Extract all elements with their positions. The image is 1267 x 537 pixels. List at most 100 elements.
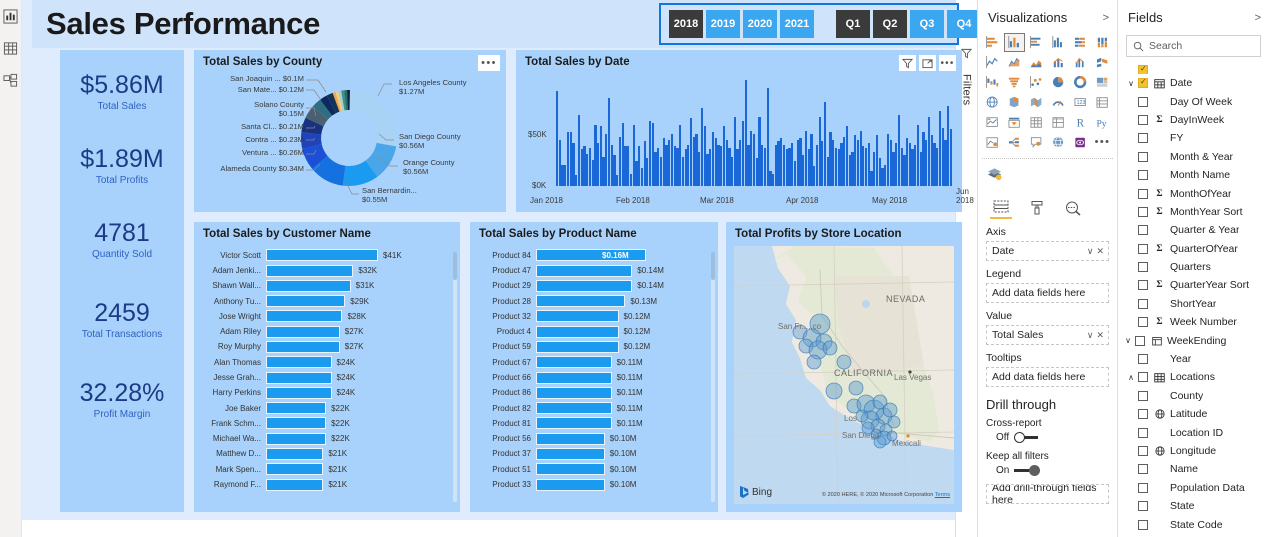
field-checkbox[interactable] [1138, 519, 1148, 530]
filter-icon[interactable] [960, 48, 973, 62]
field-checkbox[interactable] [1138, 464, 1148, 475]
bar-row[interactable]: Victor Scott $41K [200, 248, 448, 263]
field-checkbox[interactable] [1138, 409, 1148, 420]
field-year[interactable]: Year [1118, 350, 1267, 368]
import-custom-visual-icon[interactable] [984, 164, 1004, 183]
bar-row[interactable]: Joe Baker $22K [200, 401, 448, 416]
bar-row[interactable]: Product 4 $0.12M [476, 324, 706, 339]
shape-map-icon[interactable] [1026, 93, 1047, 112]
decomposition-tree-icon[interactable] [1004, 133, 1025, 152]
bar-row[interactable]: Product 82 $0.11M [476, 401, 706, 416]
field-day-of-week[interactable]: Day Of Week [1118, 92, 1267, 110]
bar-row[interactable]: Product 86 $0.11M [476, 386, 706, 401]
well-axis[interactable]: Date ∨ ✕ [986, 241, 1109, 261]
report-view-icon[interactable] [3, 8, 19, 24]
bar-row[interactable]: Product 51 $0.10M [476, 462, 706, 477]
line-chart-icon[interactable] [982, 53, 1003, 72]
bar-row[interactable]: Product 29 $0.14M [476, 279, 706, 294]
field-checkbox[interactable] [1138, 372, 1148, 383]
slicer-quarter-Q2[interactable]: Q2 [873, 10, 907, 38]
field-checkbox[interactable] [1138, 298, 1148, 309]
field-checkbox[interactable] [1138, 427, 1148, 438]
field-checkbox[interactable] [1138, 354, 1148, 365]
slicer-quarter-Q3[interactable]: Q3 [910, 10, 944, 38]
filter-icon[interactable] [899, 55, 916, 71]
field-checkbox[interactable] [1138, 243, 1148, 254]
bar-row[interactable]: Harry Perkins $24K [200, 386, 448, 401]
field-month-year[interactable]: Month & Year [1118, 148, 1267, 166]
field-checkbox[interactable] [1138, 225, 1148, 236]
bar-row[interactable]: Product 28 $0.13M [476, 294, 706, 309]
100-stacked-column-chart-icon[interactable] [1092, 33, 1113, 52]
r-script-visual-icon[interactable]: R [1070, 113, 1091, 132]
collapse-pane-icon[interactable]: > [1103, 12, 1109, 24]
field-checkbox[interactable] [1138, 390, 1148, 401]
paginated-report-icon[interactable] [1070, 133, 1091, 152]
field-checkbox[interactable] [1138, 170, 1148, 181]
line-stacked-column-chart-icon[interactable] [1048, 53, 1069, 72]
field-checkbox[interactable] [1138, 114, 1148, 125]
keep-filters-toggle[interactable] [1014, 465, 1041, 476]
filters-pane-label[interactable]: Filters [961, 74, 973, 105]
field-tree-clipped-row[interactable] [1118, 65, 1267, 74]
key-influencers-icon[interactable] [982, 133, 1003, 152]
field-checkbox[interactable] [1138, 151, 1148, 162]
field-quarter-year[interactable]: Quarter & Year [1118, 221, 1267, 239]
map-icon[interactable] [982, 93, 1003, 112]
bar[interactable] [949, 129, 952, 186]
field-checkbox[interactable] [1138, 206, 1148, 217]
bar-row[interactable]: Jose Wright $28K [200, 309, 448, 324]
field-monthyear-sort[interactable]: Σ MonthYear Sort [1118, 203, 1267, 221]
bar-row[interactable]: Alan Thomas $24K [200, 355, 448, 370]
bar-row[interactable]: Mark Spen... $21K [200, 462, 448, 477]
kpi-icon[interactable] [982, 113, 1003, 132]
data-view-icon[interactable] [3, 40, 19, 56]
cross-report-toggle-row[interactable]: Off [986, 432, 1109, 443]
search-input[interactable]: Search [1126, 35, 1261, 57]
bar-row[interactable]: Product 33 $0.10M [476, 477, 706, 492]
field-checkbox[interactable] [1138, 65, 1148, 74]
100-stacked-bar-chart-icon[interactable] [1070, 33, 1091, 52]
field-weekending[interactable]: ∨ WeekEnding [1118, 331, 1267, 349]
scrollbar[interactable] [711, 252, 715, 502]
field-checkbox[interactable] [1138, 262, 1148, 273]
slicer-quarter-Q1[interactable]: Q1 [836, 10, 870, 38]
chevron-icon[interactable]: ∨ [1124, 79, 1138, 88]
donut-chart-icon[interactable] [1070, 73, 1091, 92]
collapse-pane-icon[interactable]: > [1255, 12, 1261, 24]
field-checkbox[interactable] [1135, 335, 1145, 346]
field-checkbox[interactable] [1138, 133, 1148, 144]
well-tooltips[interactable]: Add data fields here [986, 367, 1109, 387]
field-population-data[interactable]: Population Data [1118, 479, 1267, 497]
slicer-year-2019[interactable]: 2019 [706, 10, 740, 38]
field-quarters[interactable]: Quarters [1118, 258, 1267, 276]
stacked-bar-chart-icon[interactable] [982, 33, 1003, 52]
pie-chart-icon[interactable] [1048, 73, 1069, 92]
field-longitude[interactable]: Longitude [1118, 442, 1267, 460]
sales-by-product-visual[interactable]: Total Sales by Product Name Product 84 $0… [470, 222, 718, 512]
slicer-quarter-Q4[interactable]: Q4 [947, 10, 981, 38]
bar-row[interactable]: Product 59 $0.12M [476, 340, 706, 355]
scrollbar-thumb[interactable] [453, 252, 457, 280]
field-fy[interactable]: FY [1118, 129, 1267, 147]
field-monthofyear[interactable]: Σ MonthOfYear [1118, 184, 1267, 202]
field-checkbox[interactable] [1138, 96, 1148, 107]
field-checkbox[interactable] [1138, 482, 1148, 493]
field-checkbox[interactable] [1138, 446, 1148, 456]
bar-row[interactable]: Matthew D... $21K [200, 447, 448, 462]
field-name[interactable]: Name [1118, 460, 1267, 478]
field-dayinweek[interactable]: Σ DayInWeek [1118, 111, 1267, 129]
field-month-name[interactable]: Month Name [1118, 166, 1267, 184]
qa-visual-icon[interactable] [1026, 133, 1047, 152]
keep-filters-toggle-row[interactable]: On [986, 465, 1109, 476]
field-latitude[interactable]: Latitude [1118, 405, 1267, 423]
field-week-number[interactable]: Σ Week Number [1118, 313, 1267, 331]
field-state-code[interactable]: State Code [1118, 515, 1267, 533]
arcgis-map-icon[interactable] [1048, 133, 1069, 152]
bar-row[interactable]: Jesse Grah... $24K [200, 370, 448, 385]
field-quarteryear-sort[interactable]: Σ QuarterYear Sort [1118, 276, 1267, 294]
chevron-icon[interactable]: ∧ [1124, 373, 1138, 382]
well-legend[interactable]: Add data fields here [986, 283, 1109, 303]
more-options-icon[interactable]: ••• [939, 55, 956, 71]
bar-row[interactable]: Product 66 $0.11M [476, 370, 706, 385]
